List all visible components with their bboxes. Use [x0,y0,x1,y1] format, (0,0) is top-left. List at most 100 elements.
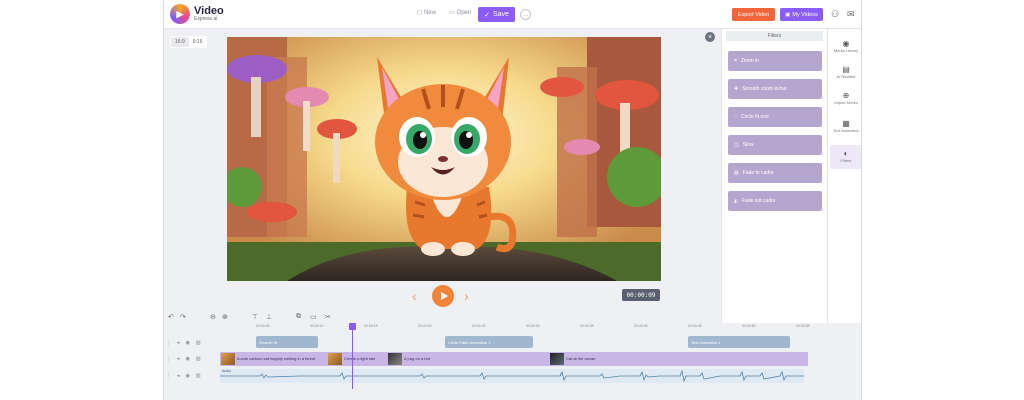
tick-label: 00:00:40 [634,324,648,328]
drag-icon[interactable]: ⋮ [166,340,171,346]
aspect-option-16-9[interactable]: 16:9 [171,37,189,47]
video-preview[interactable] [227,37,661,281]
playhead-handle[interactable] [349,323,356,330]
video-icon: ▣ [785,11,791,18]
filter-slow[interactable]: ◫ Slow [728,135,822,155]
circle-icon: ◌ [734,114,737,120]
trash-icon[interactable]: ▥ [196,356,201,362]
volume-icon[interactable]: ◂ [177,373,180,379]
briefcase-icon: ▤ [842,65,850,75]
my-videos-button[interactable]: ▣ My Videos [780,8,823,21]
next-icon[interactable]: › [464,288,469,304]
app-window: ▶ Video Express.ai ◻ New ▭ Open ✓ Save ... … [163,0,862,400]
tick-label: 00:00:55 [796,324,810,328]
copy-icon[interactable]: ⧉ [296,313,301,321]
filter-circle-fit[interactable]: ◌ Circle fit one [728,107,822,127]
folder-icon: ▭ [449,10,455,16]
new-icon: ◻ [417,10,422,16]
play-button[interactable] [432,285,454,307]
sidebar-item-import-media[interactable]: ⊕ Import Media [830,87,861,111]
filter-clip[interactable]: Text Animation 1 [688,336,790,348]
users-icon[interactable]: ⚇ [831,9,839,20]
tick-label: 00:00:30 [526,324,540,328]
clip-thumbnail [328,353,342,365]
drag-icon[interactable]: ⋮ [166,356,171,362]
filters-panel-title: Filters [726,31,823,41]
redo-icon[interactable]: ↷ [180,313,186,321]
sidebar-item-ai-related[interactable]: ▤ AI Related [830,61,861,85]
timeline-ruler: 00:00:05 00:00:10 00:00:15 00:00:20 00:0… [220,324,828,332]
paste-icon[interactable]: ▭ [310,313,317,321]
fade-out-icon: ◭ [734,198,738,204]
audio-track[interactable]: Audio [220,369,804,383]
split-icon[interactable]: ⊤ [252,313,258,321]
cut-icon[interactable]: ✂ [325,313,331,321]
new-button[interactable]: ◻ New [417,9,436,17]
filter-clip[interactable]: Smooth fit [256,336,318,348]
sidebar-item-filters[interactable]: ◐ Filters [830,145,861,169]
previous-icon[interactable]: ‹ [412,288,417,304]
audio-waveform [220,369,804,383]
video-clip-label: A pug on a hat [404,356,430,361]
zoom-out-icon[interactable]: ⊖ [210,313,216,321]
slow-icon: ◫ [734,142,739,148]
preview-image [227,37,661,281]
top-toolbar: ▶ Video Express.ai ◻ New ▭ Open ✓ Save ... … [164,0,861,29]
right-sidebar: ◉ Media Library ▤ AI Related ⊕ Import Me… [827,29,861,323]
eye-icon[interactable]: ◉ [186,340,190,346]
align-icon[interactable]: ⊥ [266,313,272,321]
video-clip-label: Cat at the ocean [566,356,596,361]
tick-label: 00:00:05 [256,324,270,328]
play-icon [440,292,448,300]
crop-icon: ⌗ [734,58,737,64]
more-button[interactable]: ... [520,9,531,20]
import-icon: ⊕ [842,91,850,101]
tick-label: 00:00:45 [688,324,702,328]
close-icon[interactable]: × [705,32,715,42]
tick-label: 00:00:15 [364,324,378,328]
tick-label: 00:00:20 [418,324,432,328]
video-track-controls: ⋮ ◂ ◉ ▥ [166,356,201,362]
open-button[interactable]: ▭ Open [449,9,471,17]
aspect-ratio-toggle: 16:9 9:16 [170,36,208,48]
tick-label: 00:00:50 [742,324,756,328]
sidebar-item-text-animation[interactable]: ▦ Text Animation [830,115,861,139]
trash-icon[interactable]: ▥ [196,340,201,346]
aspect-option-9-16[interactable]: 9:16 [189,37,207,47]
move-icon: ✥ [734,86,739,92]
drag-icon[interactable]: ⋮ [166,373,171,379]
filter-fade-out-cadre[interactable]: ◭ Fade out cadre [728,191,822,211]
filter-smooth-zoom[interactable]: ✥ Smooth zoom in/out [728,79,822,99]
zoom-in-icon[interactable]: ⊕ [222,313,228,321]
fade-in-icon: ▤ [734,170,739,176]
volume-icon[interactable]: ◂ [177,356,180,362]
timecode: 00:00:09 [622,289,660,301]
tick-label: 00:00:10 [310,324,324,328]
filter-fade-to-cadre[interactable]: ▤ Fade to cadre [728,163,822,183]
tick-label: 00:00:35 [580,324,594,328]
save-button[interactable]: ✓ Save [478,7,515,22]
video-track[interactable]: A cute cartoon cat happily smiling in a … [220,352,808,366]
audio-track-controls: ⋮ ◂ ◉ ▥ [166,373,201,379]
video-clip-label: A cute cartoon cat happily smiling in a … [237,356,316,361]
eye-icon[interactable]: ◉ [186,356,190,362]
filter-zoom-in[interactable]: ⌗ Zoom in [728,51,822,71]
playhead[interactable] [352,323,353,389]
camera-icon: ◉ [842,39,850,49]
volume-icon[interactable]: ◂ [177,340,180,346]
eye-icon[interactable]: ◉ [186,373,190,379]
brand-sub: Express.ai [194,16,218,22]
logo-icon: ▶ [170,4,190,24]
clip-thumbnail [221,353,235,365]
filter-track-controls: ⋮ ◂ ◉ ▥ [166,340,201,346]
filter-icon: ◐ [843,149,849,159]
tick-label: 00:00:25 [472,324,486,328]
sidebar-item-media-library[interactable]: ◉ Media Library [830,35,861,59]
chat-icon[interactable]: ✉ [847,9,855,20]
filters-panel: Filters ⌗ Zoom in ✥ Smooth zoom in/out ◌ Ci… [721,29,827,323]
trash-icon[interactable]: ▥ [196,373,201,379]
filter-clip[interactable]: Circle Fade Animation 1 [445,336,533,348]
undo-icon[interactable]: ↶ [168,313,174,321]
export-video-button[interactable]: Export Video [732,8,775,21]
logo: ▶ Video Express.ai [170,4,224,24]
